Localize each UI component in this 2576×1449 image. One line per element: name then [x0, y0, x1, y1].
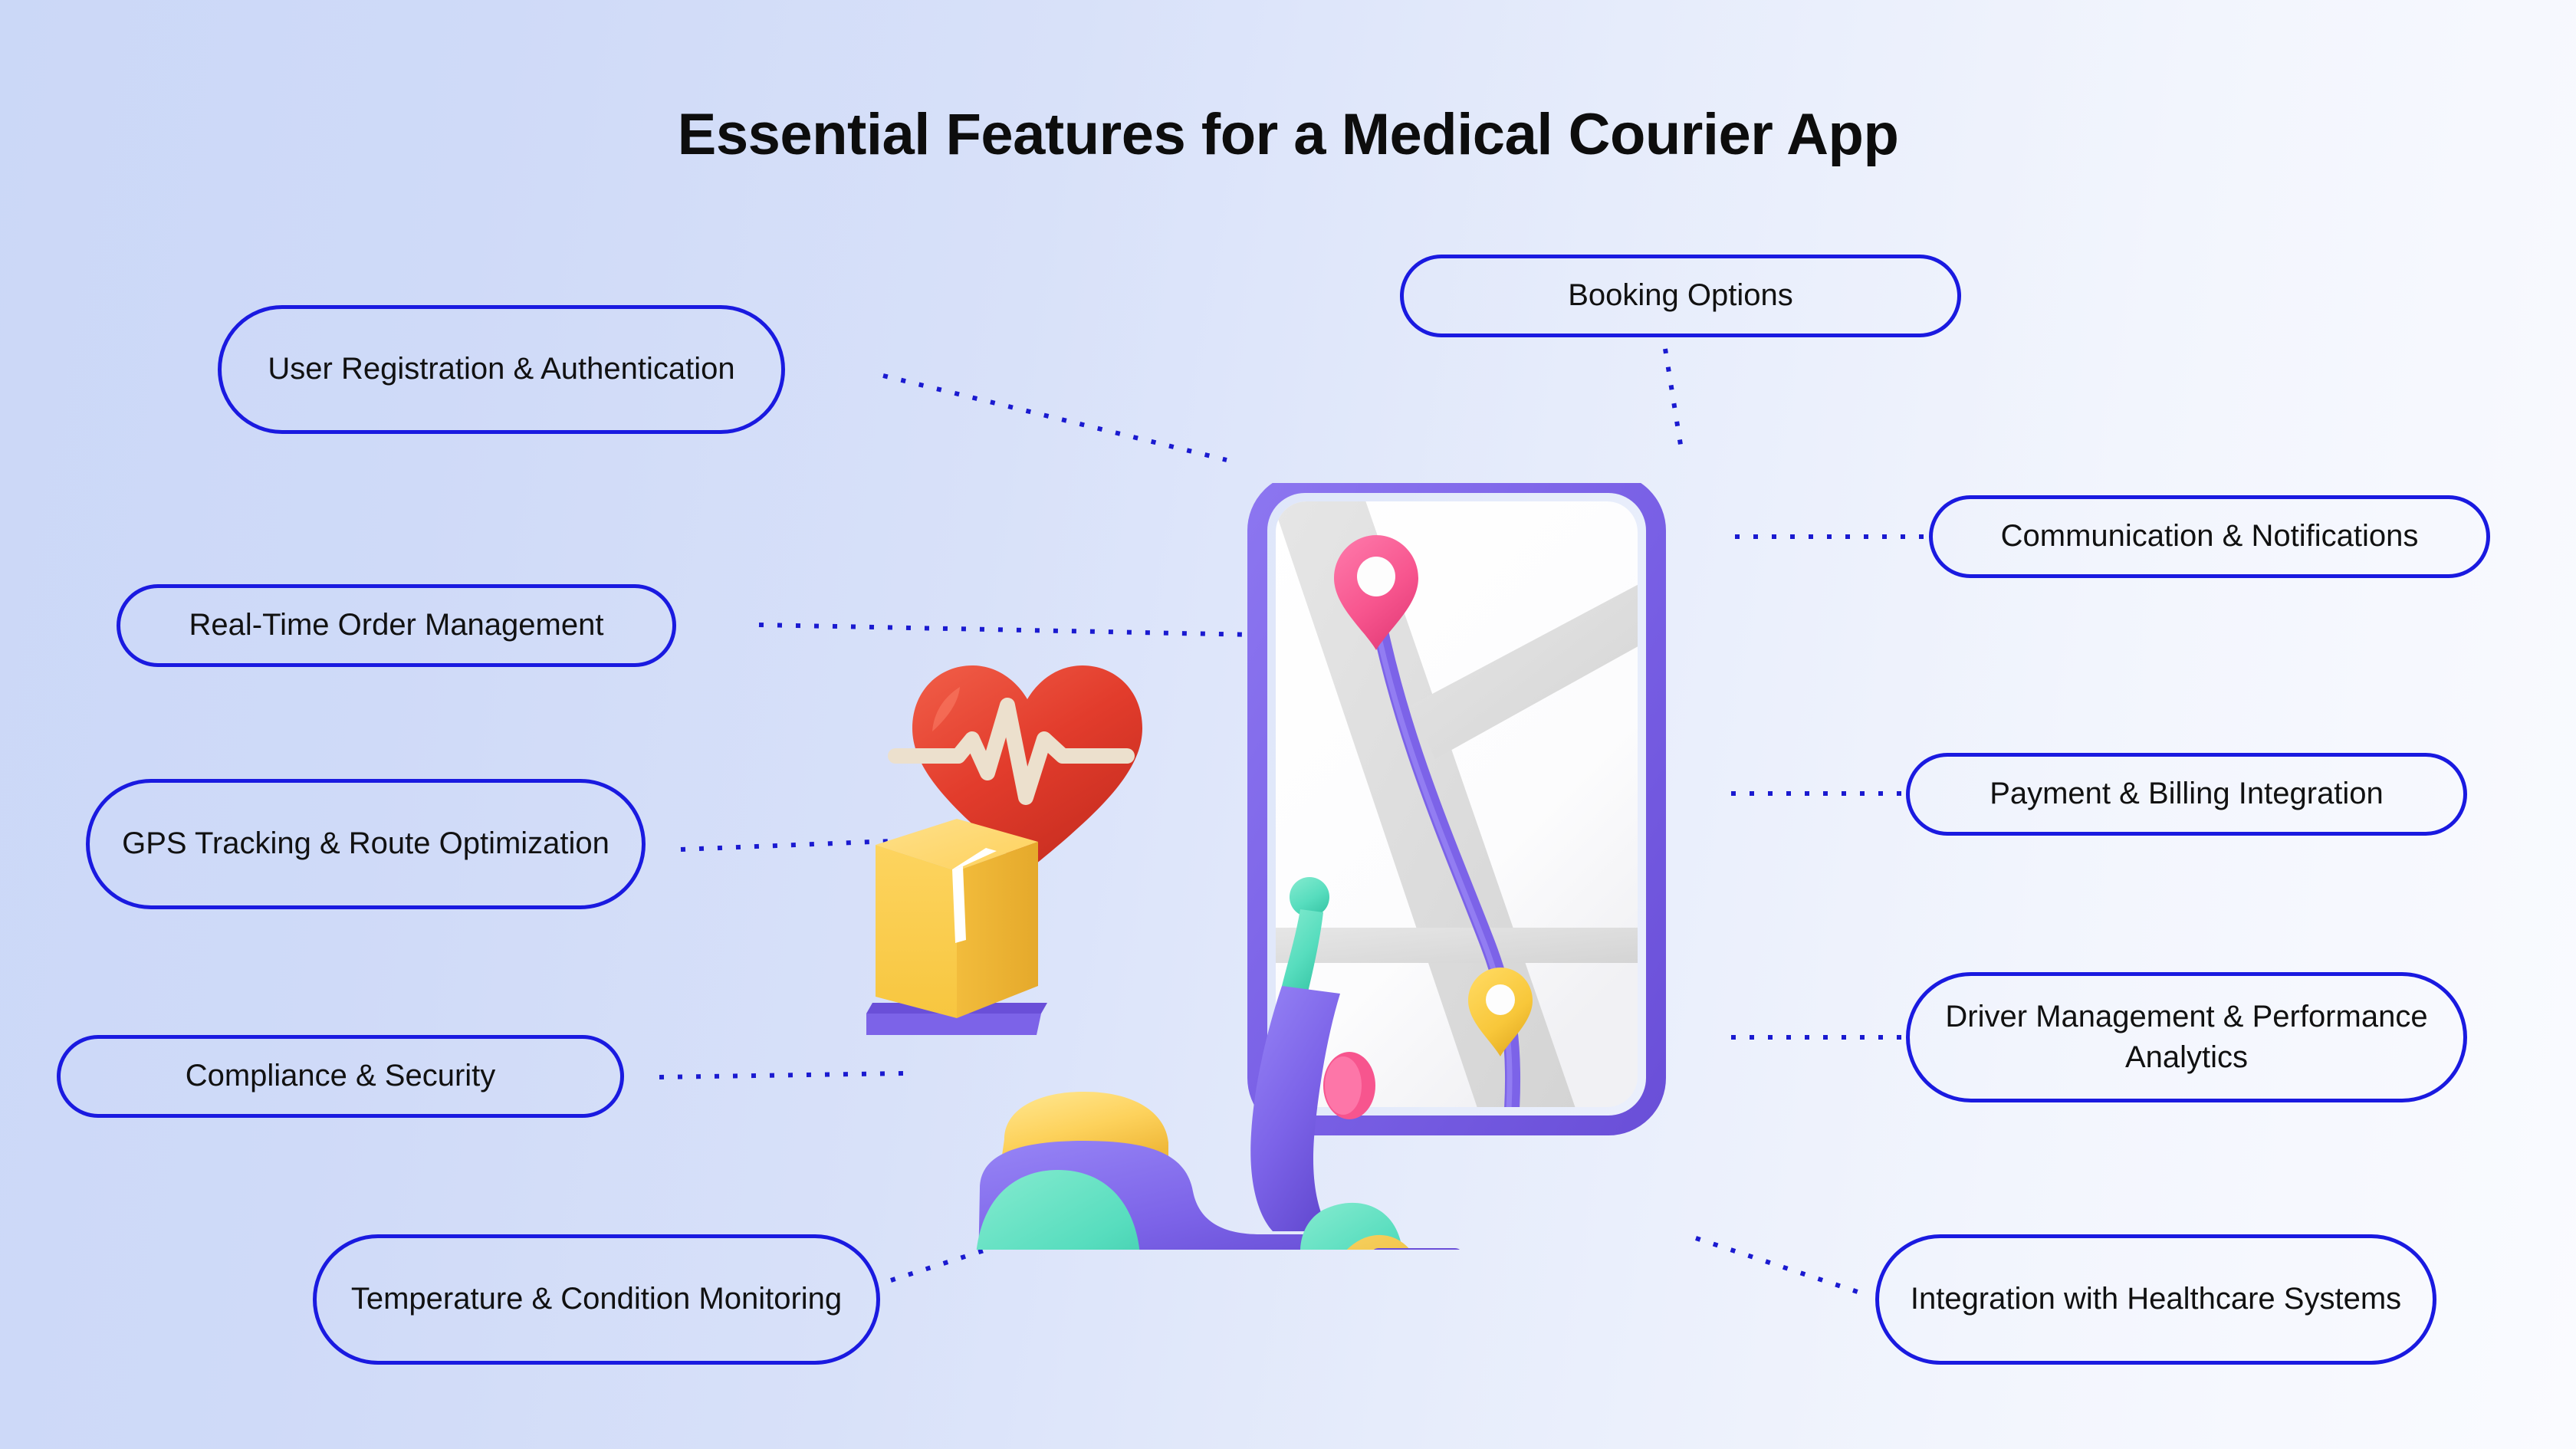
feature-label-payment-billing-integration: Payment & Billing Integration [1990, 777, 2384, 811]
connector-user-registration [882, 373, 1227, 462]
pink-map-pin-hole [1357, 557, 1395, 596]
feature-pill-gps-tracking-route-optimization[interactable]: GPS Tracking & Route Optimization [86, 779, 646, 909]
scooter-base-rail [1374, 1248, 1460, 1250]
feature-pill-communication-notifications[interactable]: Communication & Notifications [1929, 495, 2490, 578]
feature-label-user-registration-authentication: User Registration & Authentication [268, 352, 735, 386]
feature-pill-driver-management-performance-analytics[interactable]: Driver Management & Performance Analytic… [1906, 972, 2467, 1102]
feature-pill-payment-billing-integration[interactable]: Payment & Billing Integration [1906, 753, 2467, 836]
feature-pill-booking-options[interactable]: Booking Options [1400, 255, 1961, 337]
feature-pill-temperature-condition-monitoring[interactable]: Temperature & Condition Monitoring [313, 1234, 880, 1365]
package-box-side [957, 842, 1038, 1018]
feature-label-compliance-security: Compliance & Security [185, 1059, 496, 1093]
package-box [866, 819, 1047, 1035]
yellow-map-pin-hole [1486, 984, 1515, 1015]
infographic-canvas: Essential Features for a Medical Courier… [0, 0, 2576, 1449]
feature-label-integration-with-healthcare-systems: Integration with Healthcare Systems [1910, 1282, 2402, 1316]
mirror-disc-inner [1325, 1056, 1362, 1115]
feature-label-driver-management-performance-analytics: Driver Management & Performance Analytic… [1945, 999, 2428, 1074]
scooter-mirror [1323, 1052, 1375, 1119]
feature-label-real-time-order-management: Real-Time Order Management [189, 608, 604, 642]
feature-label-gps-tracking-route-optimization: GPS Tracking & Route Optimization [122, 826, 610, 861]
feature-label-temperature-condition-monitoring: Temperature & Condition Monitoring [350, 1282, 843, 1316]
feature-pill-user-registration-authentication[interactable]: User Registration & Authentication [218, 305, 785, 434]
package-box-front [876, 845, 957, 1018]
feature-pill-real-time-order-management[interactable]: Real-Time Order Management [117, 584, 676, 667]
feature-pill-compliance-security[interactable]: Compliance & Security [57, 1035, 624, 1118]
feature-label-communication-notifications: Communication & Notifications [2000, 519, 2419, 554]
map-road-horizontal [1276, 928, 1638, 963]
connector-booking-options [1663, 348, 1683, 445]
feature-label-booking-options: Booking Options [1568, 278, 1793, 313]
medical-courier-illustration [866, 483, 1771, 1250]
feature-pill-integration-with-healthcare-systems[interactable]: Integration with Healthcare Systems [1875, 1234, 2436, 1365]
page-title: Essential Features for a Medical Courier… [677, 102, 1899, 167]
